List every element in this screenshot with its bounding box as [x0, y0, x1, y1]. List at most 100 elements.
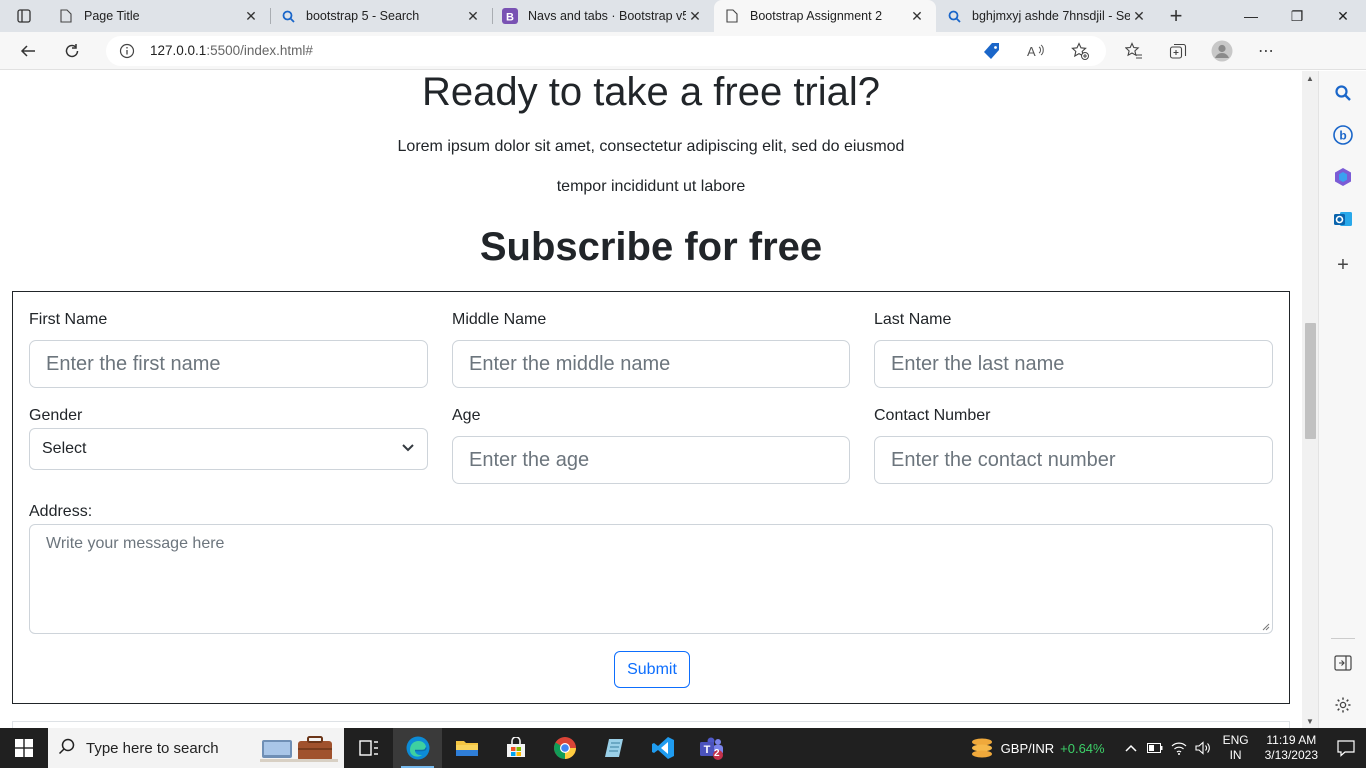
browser-toolbar: 127.0.0.1:5500/index.html# A ⋯ — [0, 32, 1366, 70]
minimize-button[interactable]: — — [1228, 0, 1274, 32]
task-view-icon — [358, 740, 378, 756]
scrollbar-thumb[interactable] — [1305, 323, 1316, 439]
submit-button[interactable]: Submit — [614, 651, 690, 688]
tab-title: bghjmxyj ashde 7hnsdjil - Sea — [972, 9, 1130, 23]
more-options-icon[interactable]: ⋯ — [1252, 37, 1280, 65]
add-favorite-icon[interactable] — [1066, 37, 1094, 65]
add-sidebar-app-icon[interactable]: + — [1331, 253, 1355, 277]
middle-name-label: Middle Name — [452, 311, 547, 328]
next-section-card — [12, 721, 1290, 728]
close-icon[interactable]: ✕ — [908, 7, 926, 25]
address-bar[interactable]: 127.0.0.1:5500/index.html# A — [106, 35, 1106, 66]
clock-date: 3/13/2023 — [1264, 748, 1318, 762]
read-aloud-icon[interactable]: A — [1022, 37, 1050, 65]
shopping-tag-icon[interactable] — [978, 37, 1006, 65]
start-button[interactable] — [0, 728, 48, 768]
age-input[interactable]: Enter the age — [452, 436, 850, 484]
close-icon[interactable]: ✕ — [1130, 7, 1148, 25]
close-icon[interactable]: ✕ — [686, 7, 704, 25]
collections-icon[interactable] — [1164, 37, 1192, 65]
region-code: IN — [1229, 748, 1242, 762]
taskbar-chrome-button[interactable] — [540, 728, 589, 768]
stock-name: GBP/INR — [1000, 740, 1055, 756]
scroll-down-arrow-icon[interactable]: ▼ — [1302, 714, 1318, 728]
task-view-button[interactable] — [344, 728, 393, 768]
profile-avatar-icon[interactable] — [1208, 37, 1236, 65]
close-icon[interactable]: ✕ — [464, 7, 482, 25]
last-name-label: Last Name — [874, 311, 952, 328]
page-viewport: Ready to take a free trial? Lorem ipsum … — [0, 71, 1302, 728]
first-name-label: First Name — [29, 311, 108, 328]
settings-gear-icon[interactable] — [1331, 693, 1355, 717]
svg-text:T: T — [703, 744, 710, 756]
sidebar-search-icon[interactable] — [1331, 81, 1355, 105]
address-label: Address: — [29, 503, 93, 520]
search-icon — [58, 737, 76, 759]
gender-select[interactable]: Select — [29, 428, 428, 470]
scroll-up-arrow-icon[interactable]: ▲ — [1302, 71, 1318, 85]
taskbar-file-explorer-button[interactable] — [442, 728, 491, 768]
last-name-placeholder: Enter the last name — [891, 352, 1065, 375]
page-scrollbar[interactable]: ▲ ▼ — [1302, 71, 1318, 728]
arrow-left-icon — [20, 44, 35, 57]
close-icon[interactable]: ✕ — [242, 7, 260, 25]
chevron-up-icon[interactable] — [1119, 744, 1143, 752]
windows-taskbar: Type here to search T 2 GBP/INR +0.64% E… — [0, 728, 1366, 768]
browser-tab-search[interactable]: bghjmxyj ashde 7hnsdjil - Sea ✕ — [936, 0, 1158, 32]
contact-number-label: Contact Number — [874, 407, 991, 424]
last-name-input[interactable]: Enter the last name — [874, 340, 1273, 388]
restore-button[interactable]: ❐ — [1274, 0, 1320, 32]
taskbar-teams-button[interactable]: T 2 — [687, 728, 736, 768]
chrome-browser-icon — [553, 737, 576, 759]
gender-selected-value: Select — [42, 440, 87, 457]
taskbar-notepad-button[interactable] — [589, 728, 638, 768]
system-clock[interactable]: 11:19 AM 3/13/2023 — [1265, 733, 1318, 763]
tab-title: Bootstrap Assignment 2 — [750, 9, 883, 23]
edge-browser-icon — [406, 736, 429, 760]
hero-text-line-2: tempor incididunt ut labore — [556, 178, 746, 195]
taskbar-store-button[interactable] — [491, 728, 540, 768]
tab-actions-button[interactable] — [0, 0, 48, 32]
resize-handle-icon[interactable] — [1261, 622, 1270, 631]
url-path: :5500/index.html# — [206, 43, 313, 58]
taskbar-vscode-button[interactable] — [638, 728, 687, 768]
age-label: Age — [452, 407, 481, 424]
taskbar-edge-button[interactable] — [393, 728, 442, 768]
outlook-icon[interactable] — [1331, 207, 1355, 231]
favorites-icon[interactable] — [1120, 37, 1148, 65]
gender-label: Gender — [29, 407, 83, 424]
system-tray: GBP/INR +0.64% ENG IN 11:19 AM 3/13/2023 — [969, 728, 1366, 768]
first-name-input[interactable]: Enter the first name — [29, 340, 428, 388]
battery-icon[interactable] — [1143, 743, 1167, 753]
svg-text:A: A — [1027, 44, 1036, 59]
age-placeholder: Enter the age — [469, 448, 590, 471]
back-button[interactable] — [6, 32, 50, 70]
contact-number-input[interactable]: Enter the contact number — [874, 436, 1273, 484]
browser-tab-page-title[interactable]: Page Title ✕ — [48, 0, 270, 32]
browser-tab-navs-and-tabs[interactable]: B Navs and tabs · Bootstrap v5. ✕ — [492, 0, 714, 32]
office-tools-icon[interactable] — [1331, 165, 1355, 189]
stock-widget[interactable]: GBP/INR +0.64% — [969, 737, 1105, 759]
svg-text:b: b — [1339, 129, 1346, 143]
browser-tab-bootstrap-assignment[interactable]: Bootstrap Assignment 2 ✕ — [714, 0, 936, 32]
windows-logo-icon — [15, 739, 33, 757]
address-placeholder: Write your message here — [46, 535, 225, 552]
info-icon[interactable] — [118, 42, 136, 60]
wifi-icon[interactable] — [1167, 741, 1191, 755]
bing-chat-icon[interactable]: b — [1331, 123, 1355, 147]
microsoft-store-icon — [506, 737, 525, 757]
taskbar-search-box[interactable]: Type here to search — [48, 728, 344, 768]
middle-name-input[interactable]: Enter the middle name — [452, 340, 850, 388]
volume-icon[interactable] — [1191, 741, 1215, 755]
hide-sidebar-icon[interactable] — [1331, 651, 1355, 675]
refresh-button[interactable] — [50, 32, 94, 70]
search-icon — [946, 8, 962, 24]
taskbar-search-placeholder: Type here to search — [86, 739, 219, 757]
language-indicator[interactable]: ENG IN — [1223, 733, 1249, 763]
new-tab-button[interactable]: + — [1158, 0, 1194, 32]
notification-center-button[interactable] — [1326, 739, 1366, 757]
browser-tab-bootstrap-search[interactable]: bootstrap 5 - Search ✕ — [270, 0, 492, 32]
notification-icon — [1337, 740, 1355, 757]
address-textarea[interactable]: Write your message here — [29, 524, 1273, 634]
close-window-button[interactable]: ✕ — [1320, 0, 1366, 32]
